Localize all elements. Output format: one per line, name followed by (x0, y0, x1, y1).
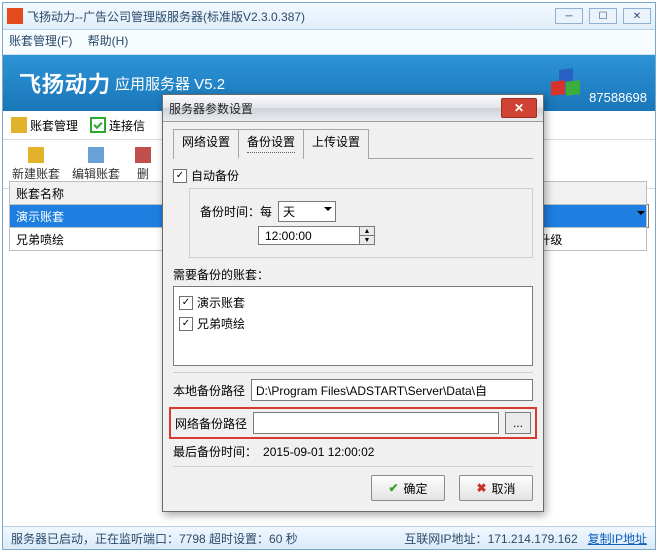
titlebar: 飞扬动力--广告公司管理版服务器(标准版V2.3.0.387) ─ ☐ ✕ (3, 3, 655, 30)
period-select[interactable]: 天 (278, 201, 336, 222)
edit-icon (88, 147, 104, 163)
close-button[interactable]: ✕ (623, 8, 651, 24)
new-account-button[interactable]: 新建账套 (9, 142, 63, 186)
need-backup-label: 需要备份的账套： (173, 266, 533, 283)
status-text: 服务器已启动，正在监听端口：7798 超时设置：60 秒 (11, 530, 298, 547)
local-path-input[interactable]: D:\Program Files\ADSTART\Server\Data\自 (251, 379, 533, 401)
checklist-item[interactable]: ✓兄弟喷绘 (179, 315, 527, 332)
new-icon (28, 147, 44, 163)
tab-connections[interactable]: 连接信 (90, 117, 145, 134)
last-backup-time: 2015-09-01 12:00:02 (263, 445, 374, 459)
network-path-label: 网络备份路径 (175, 415, 247, 432)
status-ip: 171.214.179.162 (488, 532, 578, 546)
browse-button[interactable]: ... (505, 412, 531, 434)
database-icon (11, 117, 27, 133)
dialog-close-button[interactable]: ✕ (501, 98, 537, 118)
network-path-row: 网络备份路径 ... (169, 407, 537, 439)
status-bar: 服务器已启动，正在监听端口：7798 超时设置：60 秒 互联网IP地址：171… (3, 526, 655, 549)
banner-subtitle: 应用服务器 V5.2 (115, 73, 225, 94)
banner-phone: 87588698 (589, 90, 647, 105)
banner-title: 飞扬动力 (19, 67, 111, 99)
dialog-tabs: 网络设置 备份设置 上传设置 (173, 128, 533, 159)
settings-dialog: 服务器参数设置 ✕ 网络设置 备份设置 上传设置 ✓自动备份 备份时间：每 天 … (162, 94, 544, 512)
network-path-input[interactable] (253, 412, 499, 434)
edit-account-button[interactable]: 编辑账套 (69, 142, 123, 186)
delete-account-button[interactable]: 删 (129, 142, 157, 186)
local-path-label: 本地备份路径 (173, 382, 245, 399)
delete-icon (135, 147, 151, 163)
minimize-button[interactable]: ─ (555, 8, 583, 24)
copy-ip-link[interactable]: 复制IP地址 (588, 530, 647, 547)
menu-help[interactable]: 帮助(H) (88, 34, 129, 48)
schedule-group: 备份时间：每 天 12:00:00 ▲▼ (189, 188, 533, 258)
window-title: 飞扬动力--广告公司管理版服务器(标准版V2.3.0.387) (27, 8, 555, 25)
time-input[interactable]: 12:00:00 ▲▼ (258, 226, 375, 245)
logo-cubes-icon (551, 69, 585, 99)
cancel-button[interactable]: ✖取消 (459, 475, 533, 501)
dialog-title: 服务器参数设置 (169, 100, 501, 117)
check-icon (90, 117, 106, 133)
auto-backup-checkbox[interactable]: ✓自动备份 (173, 167, 533, 184)
dialog-titlebar: 服务器参数设置 ✕ (163, 95, 543, 122)
time-spinner[interactable]: ▲▼ (359, 227, 374, 244)
backup-time-label: 备份时间：每 (200, 203, 272, 220)
menubar: 账套管理(F) 帮助(H) (3, 30, 655, 55)
maximize-button[interactable]: ☐ (589, 8, 617, 24)
tab-network[interactable]: 网络设置 (173, 129, 239, 159)
menu-accounts[interactable]: 账套管理(F) (9, 34, 72, 48)
last-backup-label: 最后备份时间： (173, 443, 257, 460)
app-icon (7, 8, 23, 24)
tab-backup[interactable]: 备份设置 (238, 129, 304, 159)
tab-accounts[interactable]: 账套管理 (11, 117, 78, 134)
checklist-item[interactable]: ✓演示账套 (179, 294, 527, 311)
tab-upload[interactable]: 上传设置 (303, 129, 369, 159)
ok-button[interactable]: ✔确定 (371, 475, 445, 501)
accounts-checklist: ✓演示账套 ✓兄弟喷绘 (173, 286, 533, 366)
